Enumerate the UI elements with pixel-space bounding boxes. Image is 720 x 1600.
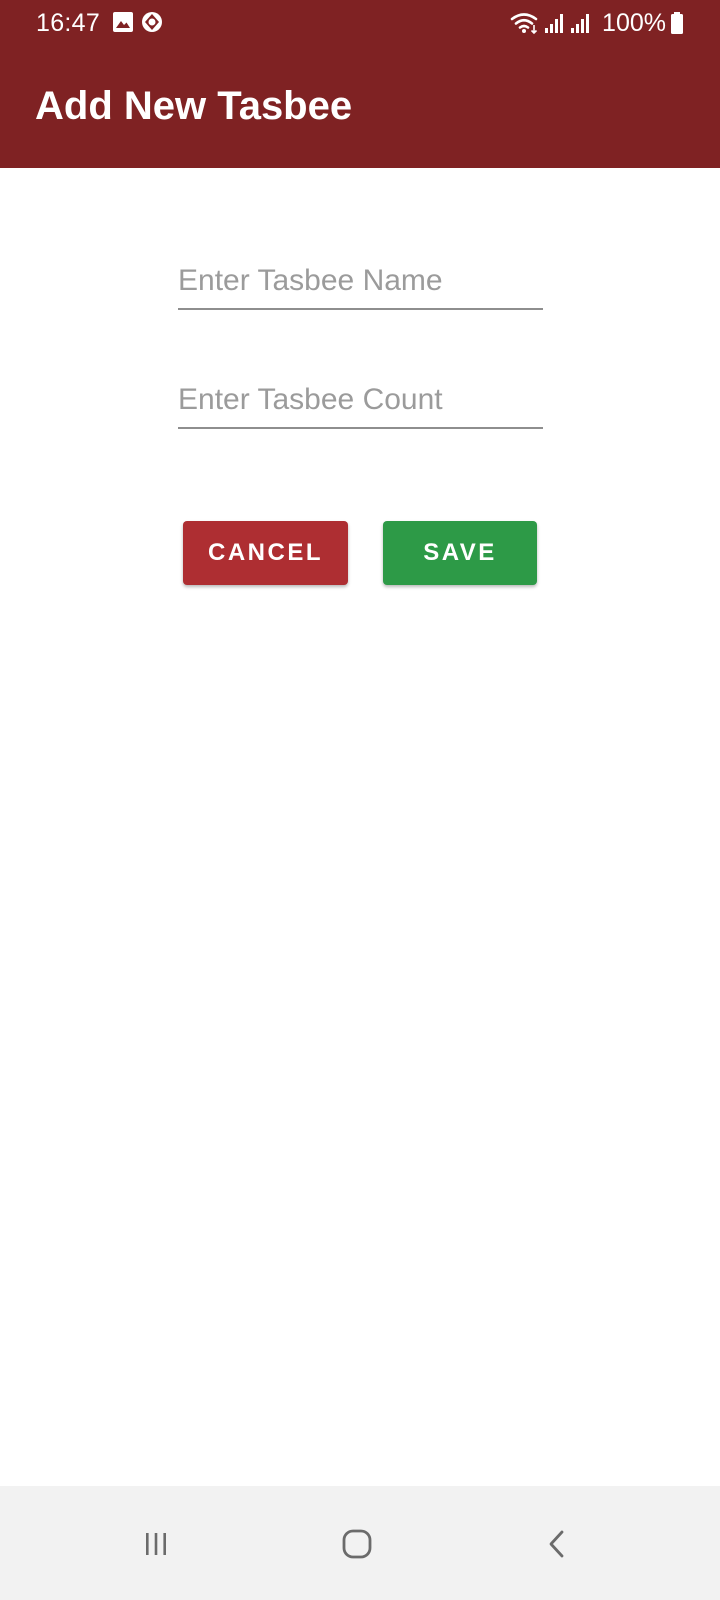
status-bar: 16:47 100% [0,0,720,44]
battery-percent: 100% [602,9,666,37]
save-button[interactable]: SAVE [383,521,537,585]
status-indicators: 100% [510,8,684,38]
cancel-button[interactable]: CANCEL [183,521,348,585]
tasbee-count-field[interactable] [178,367,543,429]
back-icon [549,1530,564,1558]
home-button[interactable] [333,1520,381,1568]
signal-icon [545,14,564,33]
navigation-bar [0,1486,720,1600]
recent-apps-button[interactable] [132,1520,180,1568]
page-title: Add New Tasbee [35,84,353,128]
tasbee-name-input[interactable] [178,262,543,300]
recent-apps-icon [146,1533,166,1555]
signal-icon [571,14,590,33]
wifi-icon [510,13,538,35]
back-button[interactable] [534,1520,582,1568]
status-time: 16:47 [36,9,101,37]
app-bar: Add New Tasbee [0,44,720,168]
battery-icon [671,12,683,34]
tasbee-name-field[interactable] [178,248,543,310]
tasbee-count-input[interactable] [178,381,543,419]
app-notification-icon [142,12,162,32]
image-icon [113,12,133,32]
home-icon [342,1529,372,1559]
